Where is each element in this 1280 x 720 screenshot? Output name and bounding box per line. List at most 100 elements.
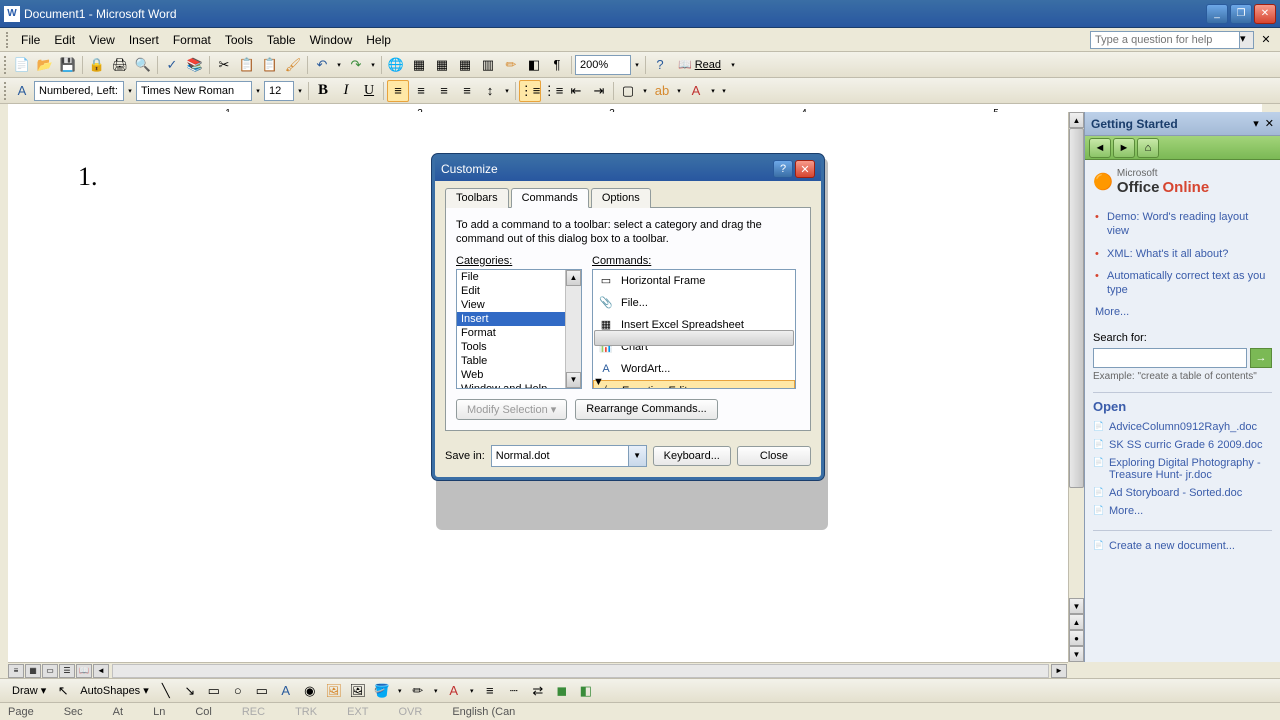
modify-selection-button[interactable]: Modify Selection ▾: [456, 399, 567, 420]
shadow-icon[interactable]: ◼: [551, 680, 573, 702]
menu-view[interactable]: View: [82, 31, 122, 49]
highlight-button[interactable]: ab: [651, 80, 673, 102]
status-ovr[interactable]: OVR: [398, 706, 422, 718]
insert-table-icon[interactable]: ▦: [431, 54, 453, 76]
more-files-link[interactable]: More...: [1093, 502, 1272, 520]
insert-excel-icon[interactable]: ▦: [454, 54, 476, 76]
category-item-selected[interactable]: Insert: [457, 312, 581, 326]
open-icon[interactable]: 📂: [34, 54, 56, 76]
status-rec[interactable]: REC: [242, 706, 265, 718]
font-selector[interactable]: Times New Roman: [136, 81, 252, 101]
toolbar-grip[interactable]: [4, 56, 8, 74]
command-item[interactable]: 📎File...: [593, 292, 795, 314]
redo-icon[interactable]: ↷: [345, 54, 367, 76]
forward-button[interactable]: ►: [1113, 138, 1135, 158]
menu-table[interactable]: Table: [260, 31, 303, 49]
help-icon[interactable]: ?: [649, 54, 671, 76]
taskpane-close-button[interactable]: ✕: [1265, 117, 1274, 130]
new-icon[interactable]: 📄: [11, 54, 33, 76]
textbox-icon[interactable]: ▭: [251, 680, 273, 702]
save-in-selector[interactable]: Normal.dot ▼: [491, 445, 647, 467]
category-item[interactable]: File: [457, 270, 581, 284]
minimize-button[interactable]: _: [1206, 4, 1228, 24]
columns-icon[interactable]: ▥: [477, 54, 499, 76]
doc-map-icon[interactable]: ◧: [523, 54, 545, 76]
category-item[interactable]: Edit: [457, 284, 581, 298]
copy-icon[interactable]: 📋: [236, 54, 258, 76]
maximize-button[interactable]: ❐: [1230, 4, 1252, 24]
increase-indent-button[interactable]: ⇥: [588, 80, 610, 102]
search-go-button[interactable]: →: [1250, 348, 1272, 368]
link-demo[interactable]: Demo: Word's reading layout view: [1093, 206, 1272, 243]
read-button[interactable]: 📖Read: [672, 54, 727, 76]
align-right-button[interactable]: ≡: [433, 80, 455, 102]
menu-help[interactable]: Help: [359, 31, 398, 49]
dash-style-icon[interactable]: ┈: [503, 680, 525, 702]
category-item[interactable]: Table: [457, 354, 581, 368]
autoshapes-menu[interactable]: AutoShapes ▾: [76, 682, 153, 699]
spacing-dropdown[interactable]: ▾: [502, 80, 512, 102]
spelling-icon[interactable]: ✓: [161, 54, 183, 76]
menu-edit[interactable]: Edit: [47, 31, 82, 49]
align-center-button[interactable]: ≡: [410, 80, 432, 102]
command-item[interactable]: ▭Horizontal Frame: [593, 270, 795, 292]
close-window-button[interactable]: ✕: [1254, 4, 1276, 24]
wordart-icon[interactable]: A: [275, 680, 297, 702]
font-color-button[interactable]: A: [685, 80, 707, 102]
style-selector[interactable]: Numbered, Left:: [34, 81, 124, 101]
scroll-down-button[interactable]: ▼: [1069, 598, 1084, 614]
font-dropdown[interactable]: ▾: [253, 80, 263, 102]
italic-button[interactable]: I: [335, 80, 357, 102]
3d-icon[interactable]: ◧: [575, 680, 597, 702]
bold-button[interactable]: B: [312, 80, 334, 102]
rearrange-commands-button[interactable]: Rearrange Commands...: [575, 399, 717, 420]
commands-listbox[interactable]: ▭Horizontal Frame 📎File... ▦Insert Excel…: [592, 269, 796, 389]
decrease-indent-button[interactable]: ⇤: [565, 80, 587, 102]
back-button[interactable]: ◄: [1089, 138, 1111, 158]
underline-button[interactable]: U: [358, 80, 380, 102]
borders-button[interactable]: ▢: [617, 80, 639, 102]
font-color-icon[interactable]: A: [443, 680, 465, 702]
help-dropdown[interactable]: ▾: [1240, 31, 1254, 49]
toolbar-options[interactable]: ▾: [728, 54, 738, 76]
numbering-button[interactable]: ⋮≡: [519, 80, 541, 102]
save-icon[interactable]: 💾: [57, 54, 79, 76]
status-ext[interactable]: EXT: [347, 706, 368, 718]
line-style-icon[interactable]: ≡: [479, 680, 501, 702]
toolbar-options[interactable]: ▾: [719, 80, 729, 102]
scroll-thumb[interactable]: [1069, 128, 1084, 488]
category-item[interactable]: Window and Help: [457, 382, 581, 389]
select-objects-icon[interactable]: ↖: [52, 680, 74, 702]
research-icon[interactable]: 📚: [184, 54, 206, 76]
tab-commands[interactable]: Commands: [511, 188, 589, 208]
reading-view-button[interactable]: 📖: [76, 664, 92, 678]
print-preview-icon[interactable]: 🔍: [132, 54, 154, 76]
menu-insert[interactable]: Insert: [122, 31, 166, 49]
fill-color-icon[interactable]: 🪣: [371, 680, 393, 702]
normal-view-button[interactable]: ≡: [8, 664, 24, 678]
align-left-button[interactable]: ≡: [387, 80, 409, 102]
styles-icon[interactable]: A: [11, 80, 33, 102]
line-color-icon[interactable]: ✏: [407, 680, 429, 702]
picture-icon[interactable]: 🖼: [347, 680, 369, 702]
hyperlink-icon[interactable]: 🌐: [385, 54, 407, 76]
status-lang[interactable]: English (Can: [452, 706, 515, 718]
toolbar-grip[interactable]: [4, 82, 8, 100]
horizontal-scrollbar[interactable]: [112, 664, 1049, 678]
menu-tools[interactable]: Tools: [218, 31, 260, 49]
dialog-close-button[interactable]: ✕: [795, 160, 815, 178]
zoom-value[interactable]: 200%: [575, 55, 631, 75]
taskpane-dropdown[interactable]: ▾: [1253, 117, 1259, 130]
close-doc-button[interactable]: ✕: [1258, 32, 1274, 48]
toolbar-grip[interactable]: [6, 32, 10, 48]
next-page-button[interactable]: ▼: [1069, 646, 1084, 662]
create-document-link[interactable]: Create a new document...: [1093, 537, 1272, 555]
undo-icon[interactable]: ↶: [311, 54, 333, 76]
home-button[interactable]: ⌂: [1137, 138, 1159, 158]
font-color-dropdown[interactable]: ▾: [708, 80, 718, 102]
scroll-up-button[interactable]: ▲: [1069, 112, 1084, 128]
category-item[interactable]: Web: [457, 368, 581, 382]
web-view-button[interactable]: ▦: [25, 664, 41, 678]
link-more[interactable]: More...: [1093, 301, 1272, 323]
category-item[interactable]: Format: [457, 326, 581, 340]
